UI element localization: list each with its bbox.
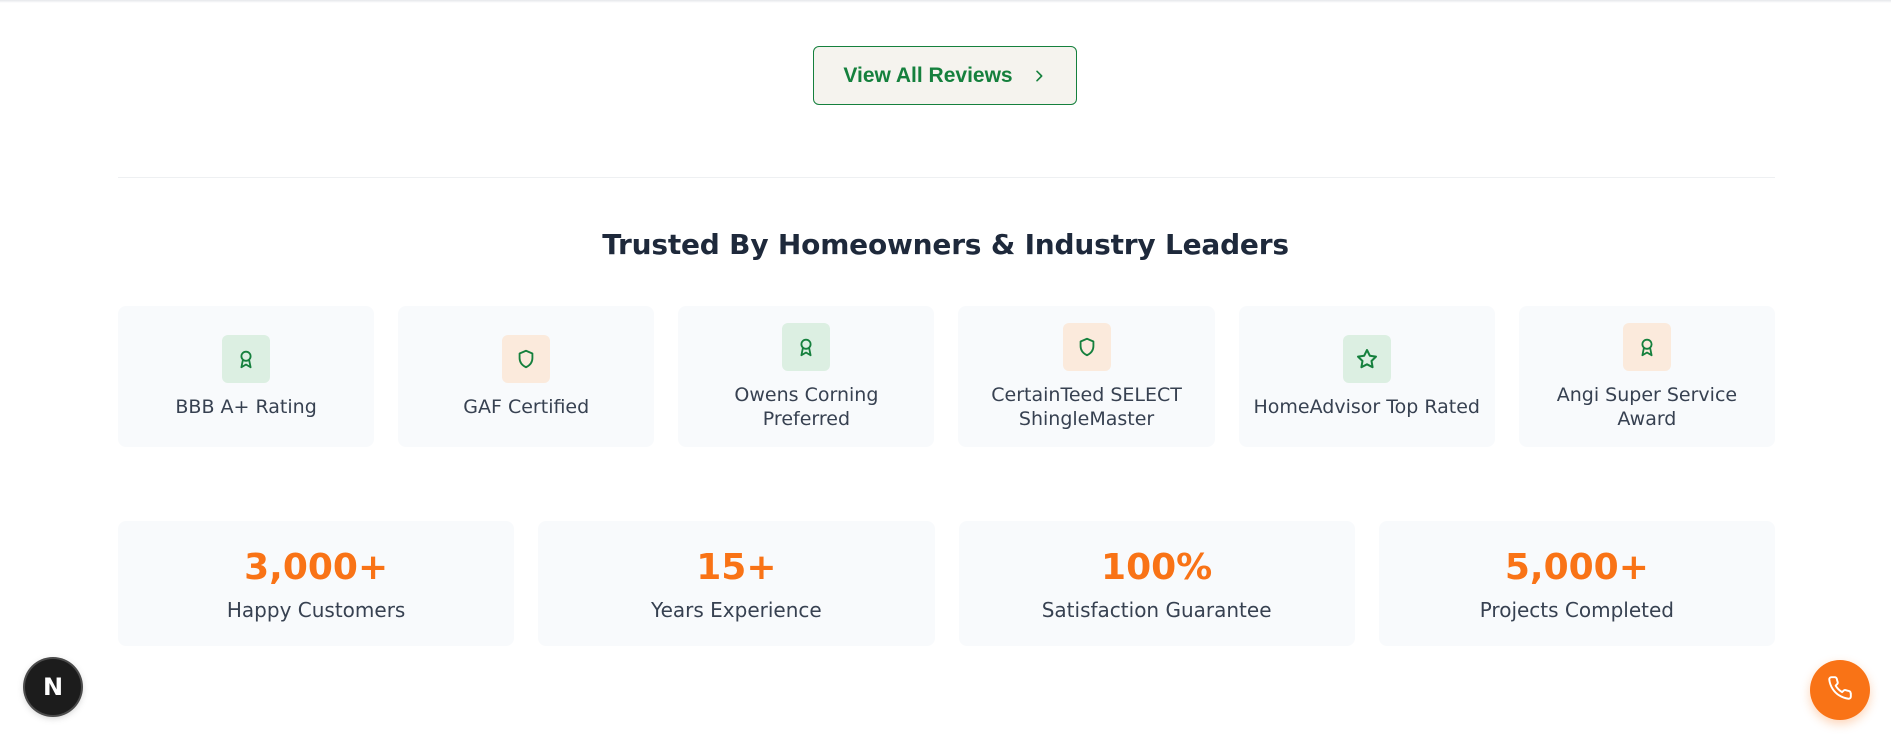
stat-value: 5,000+ <box>1504 546 1649 588</box>
award-icon <box>222 334 271 383</box>
star-icon <box>1342 334 1391 383</box>
stat-card: 5,000+ Projects Completed <box>1378 521 1775 646</box>
view-all-reviews-button[interactable]: View All Reviews <box>813 46 1077 105</box>
stat-card: 100% Satisfaction Guarantee <box>958 521 1355 646</box>
trust-badge-label: Angi Super Service Award <box>1556 383 1738 430</box>
trust-badge-label: GAF Certified <box>463 395 590 418</box>
trust-badge-label: CertainTeed SELECT ShingleMaster <box>991 383 1182 430</box>
stat-value: 15+ <box>696 546 777 588</box>
n-logo-letter: N <box>42 673 64 701</box>
stat-card: 15+ Years Experience <box>538 521 935 646</box>
trust-badge-card: BBB A+ Rating <box>118 306 375 447</box>
stats-row: 3,000+ Happy Customers 15+ Years Experie… <box>118 521 1775 646</box>
stat-value: 3,000+ <box>244 546 389 588</box>
shield-icon <box>502 334 551 383</box>
section-divider <box>118 177 1775 178</box>
trust-badge-card: Angi Super Service Award <box>1518 306 1775 447</box>
stat-value: 100% <box>1101 546 1213 588</box>
stat-label: Satisfaction Guarantee <box>1041 597 1272 622</box>
trust-badges: BBB A+ Rating GAF Certified Owens Cornin… <box>118 306 1775 447</box>
stat-label: Projects Completed <box>1479 597 1675 622</box>
phone-icon <box>1827 675 1853 705</box>
trust-badge-card: CertainTeed SELECT ShingleMaster <box>958 306 1215 447</box>
call-button[interactable] <box>1810 660 1870 720</box>
header-shadow <box>0 0 1891 3</box>
trust-badge-label: BBB A+ Rating <box>175 395 317 418</box>
trust-section-title: Trusted By Homeowners & Industry Leaders <box>602 228 1289 261</box>
trust-badge-card: Owens Corning Preferred <box>678 306 935 447</box>
trust-badge-label: Owens Corning Preferred <box>734 383 879 430</box>
trust-badge-card: HomeAdvisor Top Rated <box>1238 306 1495 447</box>
award-icon <box>1622 322 1671 371</box>
trust-badge-label: HomeAdvisor Top Rated <box>1253 395 1480 418</box>
trust-badge-card: GAF Certified <box>398 306 655 447</box>
shield-icon <box>1062 322 1111 371</box>
stat-label: Happy Customers <box>226 597 406 622</box>
award-icon <box>782 322 831 371</box>
dev-tools-badge[interactable]: N <box>25 659 81 715</box>
stat-card: 3,000+ Happy Customers <box>118 521 515 646</box>
chevron-right-icon <box>1031 68 1047 84</box>
view-all-reviews-label: View All Reviews <box>843 63 1013 87</box>
stat-label: Years Experience <box>651 597 822 622</box>
